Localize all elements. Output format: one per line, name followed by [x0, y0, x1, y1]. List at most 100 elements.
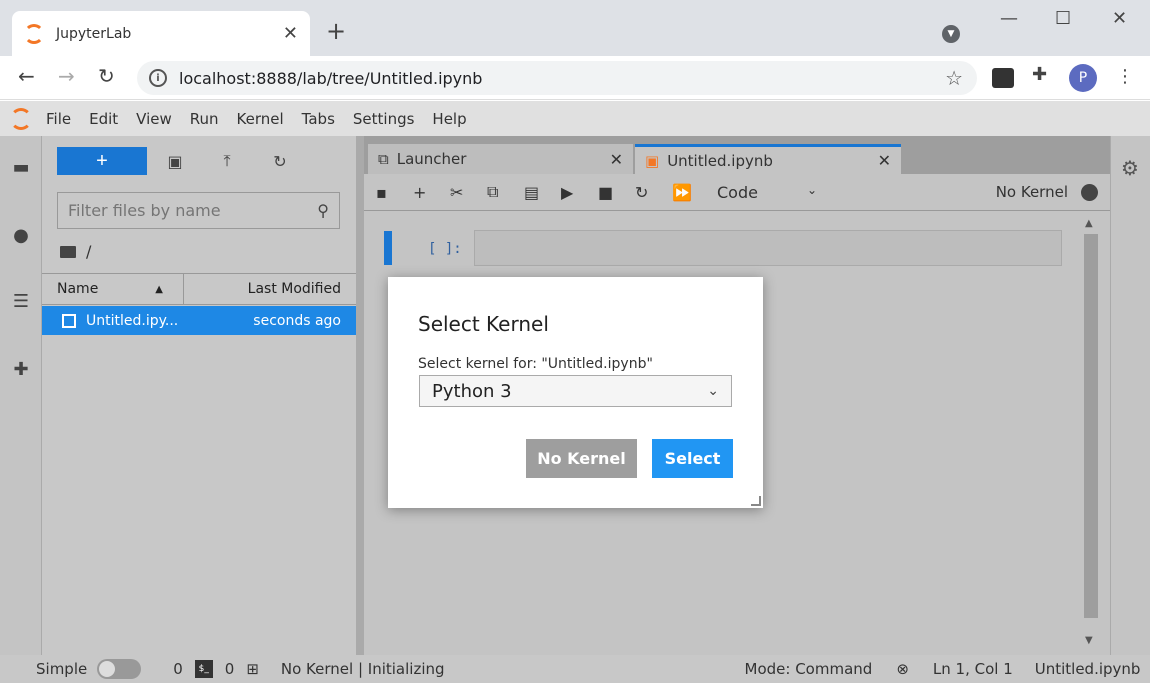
file-modified: seconds ago — [253, 312, 341, 329]
menu-view[interactable]: View — [136, 110, 172, 128]
cell-prompt: [ ]: — [428, 241, 462, 257]
tab-launcher-label: Launcher — [396, 150, 467, 168]
menu-tabs[interactable]: Tabs — [302, 110, 335, 128]
jupyter-favicon-icon — [24, 23, 44, 44]
folder-icon[interactable]: ▬ — [10, 156, 32, 178]
profile-avatar[interactable]: P — [1069, 64, 1097, 92]
status-bar: Simple 0 $_ 0 ⊞ No Kernel | Initializing… — [0, 655, 1150, 683]
site-info-icon[interactable]: i — [149, 69, 167, 87]
fast-forward-icon[interactable]: ⏩ — [672, 183, 709, 202]
save-icon[interactable]: ▪ — [376, 183, 413, 202]
paste-icon[interactable]: ▤ — [524, 183, 561, 202]
select-button[interactable]: Select — [652, 439, 733, 478]
jupyter-menubar: File Edit View Run Kernel Tabs Settings … — [0, 101, 1150, 136]
running-kernels-count[interactable]: 0 — [173, 660, 183, 678]
close-tab-icon[interactable]: ✕ — [283, 23, 298, 44]
running-stop-icon[interactable]: ● — [10, 224, 32, 246]
restart-icon[interactable]: ↻ — [635, 183, 672, 202]
menu-settings[interactable]: Settings — [353, 110, 415, 128]
kernel-select[interactable]: Python 3 ⌄ — [419, 375, 732, 407]
forward-icon[interactable]: → — [58, 64, 75, 88]
bookmark-star-icon[interactable]: ☆ — [945, 66, 963, 90]
copy-icon[interactable]: ⧉ — [487, 182, 524, 202]
column-header-name[interactable]: Name ▲ — [42, 274, 184, 304]
tab-notebook-label: Untitled.ipynb — [667, 151, 773, 170]
cell-type-value: Code — [717, 182, 758, 202]
tab-search-icon[interactable]: ▼ — [942, 25, 960, 43]
left-sidebar-rail: ▬ ● ☰ ✚ — [0, 136, 42, 655]
filter-files-box[interactable]: ⚲ — [57, 192, 340, 229]
code-cell-input[interactable] — [474, 230, 1062, 266]
breadcrumb-path[interactable]: / — [86, 242, 91, 261]
toc-list-icon[interactable]: ☰ — [10, 290, 32, 312]
tab-notebook[interactable]: ▣ Untitled.ipynb ✕ — [635, 144, 901, 174]
chevron-down-icon: ⌄ — [707, 383, 719, 399]
trusted-shield-icon[interactable]: ⊗ — [896, 660, 909, 678]
filter-files-input[interactable] — [68, 201, 318, 220]
browser-menu-icon[interactable]: ⋮ — [1116, 66, 1134, 87]
extension-icon[interactable] — [992, 68, 1014, 88]
menu-kernel[interactable]: Kernel — [237, 110, 284, 128]
kernel-name-button[interactable]: No Kernel — [996, 183, 1068, 201]
new-tab-button[interactable]: + — [326, 17, 346, 45]
menu-help[interactable]: Help — [432, 110, 466, 128]
close-notebook-tab-icon[interactable]: ✕ — [878, 151, 891, 170]
close-window-icon[interactable]: ✕ — [1112, 8, 1127, 29]
extension-manager-icon[interactable]: ✚ — [10, 358, 32, 380]
running-terminals-count[interactable]: 0 — [225, 660, 235, 678]
file-browser: + ▣ ⤒ ↻ ⚲ / Name ▲ Last Modified Untitle… — [42, 136, 356, 655]
cursor-position-text[interactable]: Ln 1, Col 1 — [933, 660, 1013, 678]
no-kernel-button[interactable]: No Kernel — [526, 439, 637, 478]
close-launcher-tab-icon[interactable]: ✕ — [610, 150, 623, 169]
kernel-status-text[interactable]: No Kernel | Initializing — [281, 660, 445, 678]
refresh-icon[interactable]: ↻ — [269, 150, 291, 172]
upload-icon[interactable]: ⤒ — [216, 150, 238, 172]
breadcrumb[interactable]: / — [60, 242, 91, 261]
notebook-mode-text: Mode: Command — [744, 660, 873, 678]
scroll-up-icon[interactable]: ▲ — [1085, 218, 1093, 229]
cut-icon[interactable]: ✂ — [450, 183, 487, 202]
terminal-icon[interactable]: $_ — [194, 660, 213, 678]
notebook-file-icon — [62, 313, 76, 328]
notebook-toolbar: ▪ + ✂ ⧉ ▤ ▶ ■ ↻ ⏩ Code ⌄ No Kernel — [364, 174, 1110, 211]
browser-toolbar: ← → ↻ i localhost:8888/lab/tree/Untitled… — [0, 56, 1150, 100]
address-bar[interactable]: i localhost:8888/lab/tree/Untitled.ipynb… — [137, 61, 977, 95]
dialog-title: Select Kernel — [418, 312, 549, 336]
menu-run[interactable]: Run — [190, 110, 219, 128]
dialog-resize-handle[interactable] — [751, 496, 761, 506]
run-icon[interactable]: ▶ — [561, 183, 598, 202]
kernel-select-value: Python 3 — [432, 380, 512, 402]
scrollbar-thumb[interactable] — [1084, 234, 1098, 618]
menu-file[interactable]: File — [46, 110, 71, 128]
url-text[interactable]: localhost:8888/lab/tree/Untitled.ipynb — [179, 69, 945, 88]
panel-splitter[interactable] — [356, 136, 364, 655]
jupyter-logo-icon — [10, 107, 32, 130]
browser-tabstrip: JupyterLab ✕ + ▼ — ☐ ✕ — [0, 0, 1150, 56]
menu-edit[interactable]: Edit — [89, 110, 118, 128]
file-list-item[interactable]: Untitled.ipy... seconds ago — [42, 306, 356, 335]
select-kernel-dialog: Select Kernel Select kernel for: "Untitl… — [388, 277, 763, 508]
maximize-icon[interactable]: ☐ — [1055, 8, 1071, 29]
browser-tab[interactable]: JupyterLab ✕ — [12, 11, 310, 56]
notebook-scrollbar[interactable]: ▲ ▼ — [1082, 216, 1100, 648]
scroll-down-icon[interactable]: ▼ — [1085, 635, 1093, 646]
reload-icon[interactable]: ↻ — [98, 64, 115, 88]
cell-type-select[interactable]: Code ⌄ — [717, 183, 817, 202]
puzzle-extensions-icon[interactable]: ✚ — [1032, 64, 1047, 85]
stop-icon[interactable]: ■ — [598, 183, 635, 202]
simple-mode-toggle[interactable] — [97, 659, 142, 679]
minimize-icon[interactable]: — — [1000, 8, 1018, 29]
back-icon[interactable]: ← — [18, 64, 35, 88]
property-inspector-gears-icon[interactable]: ⚙ — [1121, 156, 1139, 180]
breadcrumb-folder-icon — [60, 245, 76, 258]
column-header-modified[interactable]: Last Modified — [184, 281, 356, 297]
file-name: Untitled.ipy... — [86, 312, 179, 329]
tab-launcher[interactable]: ⧉ Launcher ✕ — [368, 144, 633, 174]
kernel-status-icon — [1081, 184, 1098, 201]
new-launcher-button[interactable]: + — [57, 147, 147, 175]
chevron-down-icon: ⌄ — [806, 182, 817, 197]
insert-cell-icon[interactable]: + — [413, 183, 450, 202]
sort-ascending-icon: ▲ — [155, 283, 163, 295]
new-folder-icon[interactable]: ▣ — [164, 150, 186, 172]
dialog-label: Select kernel for: "Untitled.ipynb" — [418, 356, 653, 372]
